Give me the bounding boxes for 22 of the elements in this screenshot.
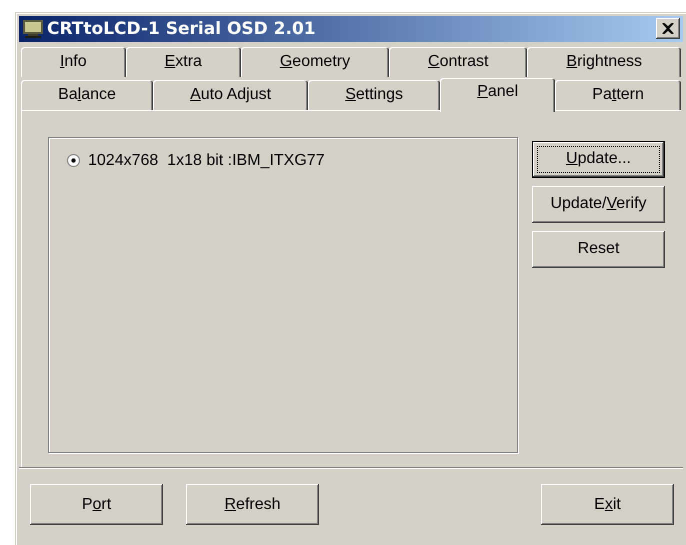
tab[interactable]: Balance	[21, 80, 154, 110]
tab[interactable]: Brightness	[527, 46, 681, 77]
dialog-button[interactable]: Port	[30, 484, 163, 526]
close-button[interactable]	[656, 18, 680, 40]
window-title: CRTtoLCD-1 Serial OSD 2.01	[47, 18, 317, 39]
tab[interactable]: Extra	[126, 46, 241, 77]
tab[interactable]: Contrast	[389, 46, 528, 77]
dialog-button[interactable]: Refresh	[186, 484, 319, 526]
tab[interactable]: Geometry	[240, 46, 390, 77]
tab[interactable]: Info	[21, 46, 126, 77]
radio-label: 1024x768 1x18 bit :IBM_ITXG77	[88, 152, 325, 170]
panel-button[interactable]: Update...	[532, 140, 665, 178]
dialog-button[interactable]: Exit	[541, 484, 674, 526]
radio-button[interactable]	[67, 154, 80, 168]
tab[interactable]: Pattern	[555, 80, 681, 110]
tab[interactable]: Auto Adjust	[153, 80, 308, 110]
tab[interactable]: Panel	[440, 78, 556, 112]
monitor-icon	[22, 18, 44, 39]
close-icon	[662, 23, 674, 34]
panel-button[interactable]: Update/Verify	[532, 186, 665, 223]
tab[interactable]: Settings	[308, 80, 440, 110]
panel-button[interactable]: Reset	[532, 230, 665, 268]
